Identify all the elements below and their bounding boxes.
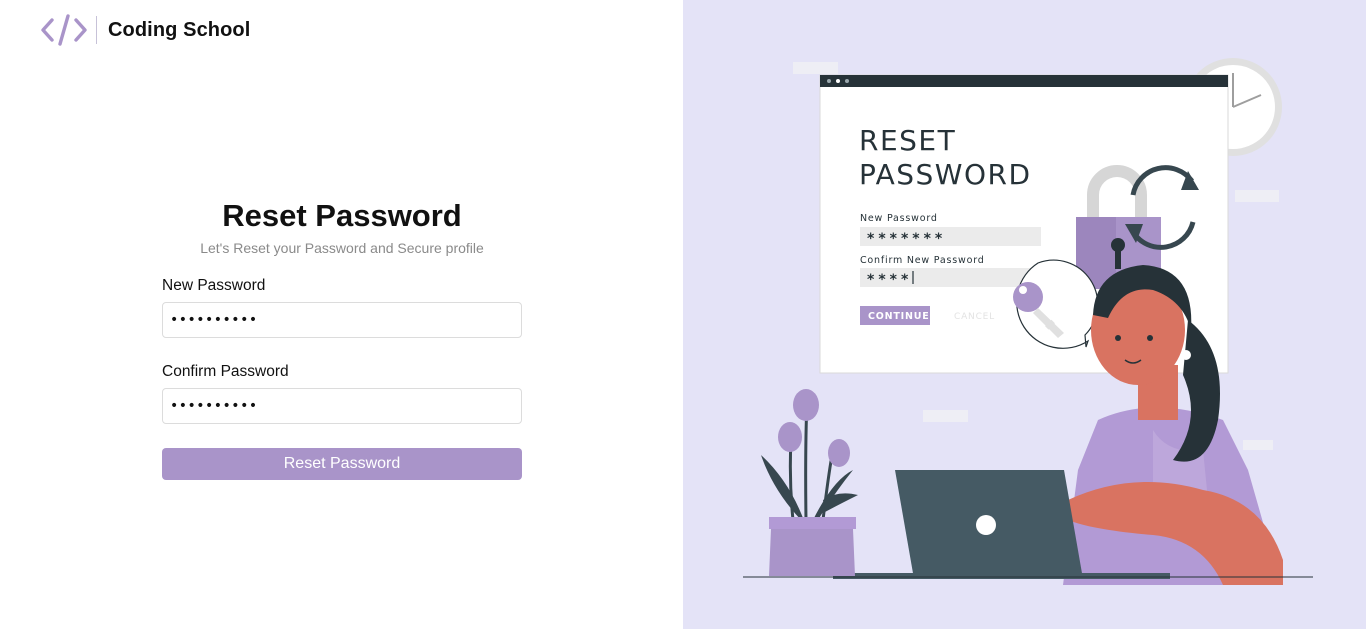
page-subtitle: Let's Reset your Password and Secure pro… <box>200 240 484 256</box>
deco-bar <box>1243 440 1273 450</box>
confirm-password-input[interactable] <box>162 388 522 424</box>
mockup-title-line1: RESET <box>859 124 956 157</box>
code-brackets-icon <box>41 14 87 46</box>
mockup-cancel-label: CANCEL <box>954 312 995 322</box>
mockup-confirm-label: Confirm New Password <box>860 255 985 266</box>
confirm-password-label: Confirm Password <box>162 363 289 380</box>
mockup-confirm-mask: **** <box>867 272 912 288</box>
mockup-new-password-mask: ******* <box>867 231 946 247</box>
plant-icon <box>761 389 858 576</box>
brand-name: Coding School <box>108 18 251 41</box>
deco-bar <box>1235 190 1279 202</box>
woman-figure <box>1063 265 1283 585</box>
reset-password-button[interactable]: Reset Password <box>162 448 522 480</box>
deco-bar <box>923 410 968 422</box>
reset-password-form: Reset Password Let's Reset your Password… <box>162 196 522 480</box>
new-password-input[interactable] <box>162 302 522 338</box>
reset-password-illustration: RESET PASSWORD New Password ******* Conf… <box>743 58 1313 585</box>
mockup-new-password-label: New Password <box>860 213 938 224</box>
deco-bar <box>793 62 838 74</box>
mockup-title-line2: PASSWORD <box>859 158 1032 191</box>
new-password-label: New Password <box>162 277 266 294</box>
mockup-continue-label: CONTINUE <box>868 311 930 322</box>
login-panel: Coding School Reset Password Let's Reset… <box>0 0 683 629</box>
brand-divider <box>96 16 97 44</box>
page-title: Reset Password <box>222 198 462 233</box>
illustration-panel: RESET PASSWORD New Password ******* Conf… <box>683 0 1366 629</box>
brand[interactable]: Coding School <box>40 13 250 47</box>
